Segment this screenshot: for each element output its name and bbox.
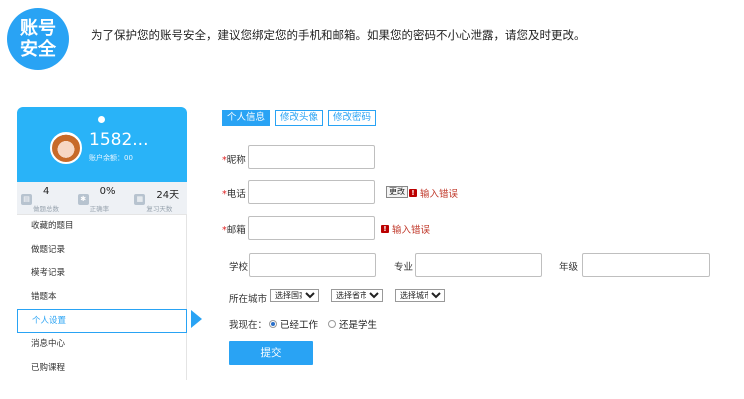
- error-icon: !: [409, 189, 417, 197]
- phone-error: ! 输入错误: [409, 186, 458, 200]
- sidebar-item-messages[interactable]: 消息中心: [17, 333, 186, 357]
- security-notice: 为了保护您的账号安全，建议您绑定您的手机和邮箱。如果您的密码不小心泄露，请您及时…: [91, 28, 586, 42]
- error-icon: !: [381, 225, 389, 233]
- phone-label: *电话: [222, 189, 246, 200]
- stat-days-value: 24天: [156, 190, 180, 201]
- security-badge: 账号安全: [7, 8, 69, 70]
- sidebar-item-practice-history[interactable]: 做题记录: [17, 239, 186, 263]
- status-dot: [98, 116, 105, 123]
- sidebar-item-favorites[interactable]: 收藏的题目: [17, 215, 186, 239]
- submit-button[interactable]: 提交: [229, 341, 313, 365]
- stat-total-label: 做题总数: [33, 205, 59, 213]
- grade-label: 年级: [559, 262, 579, 273]
- radio-working[interactable]: 已经工作: [269, 317, 318, 331]
- sidebar-item-courses[interactable]: 已购课程: [17, 357, 186, 381]
- username: 1582...: [89, 130, 149, 150]
- radio-circle: [328, 320, 336, 328]
- major-input[interactable]: [415, 253, 542, 277]
- tab-personal-info[interactable]: 个人信息: [222, 110, 271, 126]
- sidebar-item-wrong-questions[interactable]: 错题本: [17, 286, 186, 310]
- stat-days-label: 复习天数: [146, 205, 173, 213]
- major-label: 专业: [394, 262, 414, 273]
- school-label: 学校: [229, 262, 249, 273]
- sidebar-item-mock-exams[interactable]: 模考记录: [17, 262, 186, 286]
- nickname-input[interactable]: [248, 145, 375, 169]
- stat-accuracy-value: 0%: [99, 186, 116, 197]
- doc-icon: ▤: [21, 194, 32, 205]
- profile-card: 1582... 账户余额：00: [17, 107, 187, 182]
- city-select[interactable]: 选择城市: [395, 289, 445, 302]
- calendar-icon: ▦: [134, 194, 146, 205]
- stat-accuracy-label: 正确率: [89, 205, 110, 213]
- avatar[interactable]: [50, 132, 82, 164]
- email-error: ! 输入错误: [381, 222, 430, 236]
- stat-accuracy: ✱ 0% 正确率: [74, 182, 131, 214]
- province-select[interactable]: 选择省市: [331, 289, 383, 302]
- email-label: *邮箱: [222, 225, 246, 236]
- country-select[interactable]: 选择国家: [270, 289, 319, 302]
- active-indicator-arrow: [191, 310, 202, 328]
- radio-student[interactable]: 还是学生: [328, 317, 377, 331]
- tab-change-avatar[interactable]: 修改头像: [275, 110, 324, 126]
- status-label: 我现在：: [229, 320, 268, 331]
- tab-bar: 个人信息 修改头像 修改密码: [222, 110, 377, 126]
- stat-total: ▤ 4 做题总数: [17, 182, 74, 214]
- phone-input[interactable]: [248, 180, 375, 204]
- tab-change-password[interactable]: 修改密码: [328, 110, 377, 126]
- stat-total-value: 4: [43, 186, 50, 197]
- school-input[interactable]: [249, 253, 376, 277]
- sidebar-menu: 收藏的题目 做题记录 模考记录 错题本 个人设置 消息中心 已购课程: [17, 215, 187, 380]
- stat-days: ▦ 24天 复习天数: [130, 182, 187, 214]
- email-input[interactable]: [248, 216, 375, 240]
- gear-icon: ✱: [77, 194, 89, 205]
- radio-circle: [269, 320, 277, 328]
- account-balance: 账户余额：00: [89, 154, 133, 162]
- sidebar: 1582... 账户余额：00 ▤ 4 做题总数 ✱ 0% 正确率 ▦ 24天 …: [17, 107, 187, 397]
- sidebar-item-settings[interactable]: 个人设置: [17, 309, 187, 333]
- nickname-label: *昵称: [222, 155, 246, 166]
- city-label: 所在城市: [229, 294, 268, 305]
- grade-input[interactable]: [582, 253, 710, 277]
- stats-bar: ▤ 4 做题总数 ✱ 0% 正确率 ▦ 24天 复习天数: [17, 182, 187, 215]
- change-phone-button[interactable]: 更改: [386, 186, 408, 198]
